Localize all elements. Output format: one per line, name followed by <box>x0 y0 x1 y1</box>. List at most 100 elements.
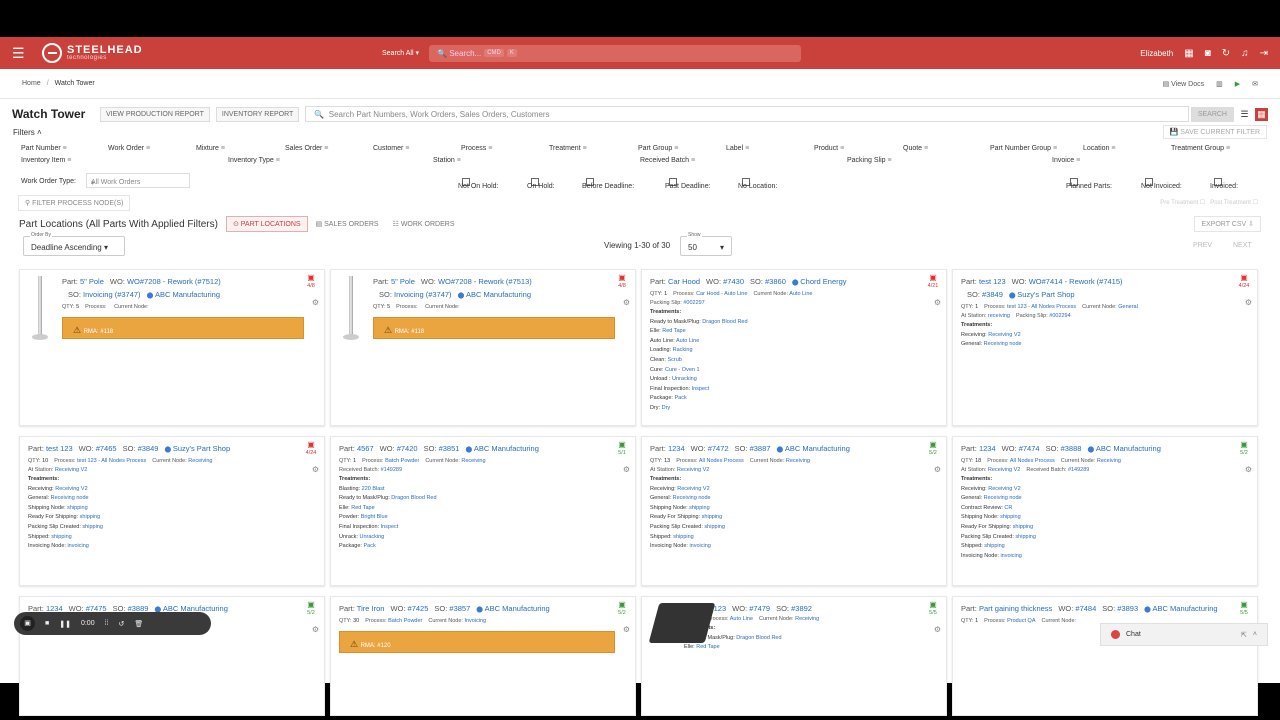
treatment-value[interactable]: shipping <box>689 505 710 511</box>
menu-icon[interactable]: ☰ <box>12 45 32 62</box>
prev-button[interactable]: PREV <box>1193 242 1212 249</box>
wo-link[interactable]: WO#7208 - Rework (#7513) <box>438 277 532 286</box>
brand-logo[interactable]: STEELHEAD technologies <box>42 43 382 63</box>
station-link[interactable]: receiving <box>988 313 1010 319</box>
so-link[interactable]: #3857 <box>449 604 470 613</box>
assign-user-icon[interactable]: ⚙ <box>1245 463 1252 476</box>
customer-link[interactable]: ABC Manufacturing <box>1087 444 1160 453</box>
treatment-value[interactable]: Red Tape <box>351 505 374 511</box>
part-card[interactable]: Part: elle123 WO: #7479 SO: #3892 QTY: 3 Pro… <box>641 596 947 716</box>
part-link[interactable]: Car Hood <box>668 277 700 286</box>
check-planned-parts[interactable]: Planned Parts: <box>1066 178 1112 190</box>
treatment-value[interactable]: Dragon Blood Red <box>736 635 781 641</box>
process-link[interactable]: Batch Powder <box>388 618 422 624</box>
so-link[interactable]: #3851 <box>439 444 460 453</box>
user-name[interactable]: Elizabeth <box>1140 49 1173 58</box>
station-link[interactable]: Receiving V2 <box>988 467 1020 473</box>
treatment-value[interactable]: Auto Line <box>676 338 699 344</box>
part-card[interactable]: Part: test 123 WO: WO#7414 - Rework (#741… <box>952 269 1258 426</box>
list-view-icon[interactable]: ☰ <box>1238 108 1251 121</box>
search-button[interactable]: SEARCH <box>1190 106 1234 122</box>
treatment-value[interactable]: shipping <box>704 524 725 530</box>
assign-user-icon[interactable]: ⚙ <box>623 623 630 636</box>
filter-product[interactable]: Product <box>814 145 844 152</box>
treatment-value[interactable]: Bright Blue <box>361 514 388 520</box>
filter-process[interactable]: Process <box>461 145 492 152</box>
view-production-report-button[interactable]: VIEW PRODUCTION REPORT <box>100 106 210 122</box>
treatment-value[interactable]: invoicing <box>1000 553 1021 559</box>
so-link[interactable]: #3892 <box>791 604 812 613</box>
treatment-value[interactable]: shipping <box>984 543 1005 549</box>
part-card[interactable]: Part: Car Hood WO: #7430 SO: #3860 Chord En… <box>641 269 947 426</box>
filter-work-order[interactable]: Work Order <box>108 145 150 152</box>
camera-icon[interactable]: ◙ <box>1205 48 1211 59</box>
process-link[interactable]: Auto Line <box>730 616 753 622</box>
page-size-select[interactable]: Show 50 ▾ <box>680 232 732 256</box>
wo-link[interactable]: #7465 <box>96 444 117 453</box>
layout-icon[interactable]: ▥ <box>1216 80 1223 88</box>
tab-work-orders[interactable]: ☷ WORK ORDERS <box>387 217 461 231</box>
check-invoiced[interactable]: Invoiced: <box>1210 178 1238 190</box>
filter-customer[interactable]: Customer <box>373 145 409 152</box>
treatment-value[interactable]: shipping <box>67 505 88 511</box>
export-csv-button[interactable]: EXPORT CSV ⇩ <box>1194 216 1261 232</box>
node-link[interactable]: Receiving <box>1097 458 1121 464</box>
filter-mixture[interactable]: Mixture <box>196 145 225 152</box>
so-link[interactable]: #3888 <box>1061 444 1082 453</box>
packing-slip-link[interactable]: #002297 <box>683 300 704 306</box>
wo-link[interactable]: #7474 <box>1019 444 1040 453</box>
treatment-value[interactable]: Receiving V2 <box>988 486 1020 492</box>
node-link[interactable]: Invoicing <box>464 618 486 624</box>
wo-link[interactable]: #7430 <box>723 277 744 286</box>
assign-user-icon[interactable]: ⚙ <box>934 623 941 636</box>
check-past-deadline[interactable]: Past Deadline: <box>665 178 711 190</box>
part-link[interactable]: test 123 <box>46 444 73 453</box>
customer-link[interactable]: ABC Manufacturing <box>776 444 849 453</box>
breadcrumb-home[interactable]: Home <box>22 80 41 87</box>
global-search-input[interactable]: 🔍 Search... CMD K <box>429 44 801 62</box>
process-link[interactable]: test 123 - All Nodes Process <box>1007 304 1076 310</box>
wo-link[interactable]: WO#7414 - Rework (#7415) <box>1029 277 1123 286</box>
treatment-value[interactable]: Dragon Blood Red <box>702 319 747 325</box>
so-link[interactable]: #3887 <box>750 444 771 453</box>
station-link[interactable]: Receiving V2 <box>55 467 87 473</box>
filter-sales-order[interactable]: Sales Order <box>285 145 328 152</box>
treatment-value[interactable]: Receiving node <box>673 495 711 501</box>
treatment-value[interactable]: shipping <box>1000 514 1021 520</box>
refresh-icon[interactable]: ↻ <box>1222 48 1230 59</box>
filter-treatment-group[interactable]: Treatment Group <box>1171 145 1230 152</box>
part-link[interactable]: Part gaining thickness <box>979 604 1052 613</box>
treatment-value[interactable]: invoicing <box>689 543 710 549</box>
batch-link[interactable]: #149289 <box>381 467 402 473</box>
external-link-icon[interactable]: ⇱ <box>1241 631 1247 639</box>
station-link[interactable]: Receiving V2 <box>677 467 709 473</box>
play-icon[interactable]: ▶ <box>1235 80 1240 88</box>
wo-link[interactable]: #7472 <box>708 444 729 453</box>
filter-received-batch[interactable]: Received Batch <box>640 157 695 164</box>
check-on-hold[interactable]: On Hold: <box>527 178 555 190</box>
inventory-report-button[interactable]: INVENTORY REPORT <box>215 106 300 122</box>
filter-part-number[interactable]: Part Number <box>21 145 67 152</box>
rma-banner[interactable]: RMA: #120 <box>339 631 615 653</box>
treatment-value[interactable]: shipping <box>82 524 103 530</box>
treatment-value[interactable]: Receiving node <box>984 341 1022 347</box>
process-link[interactable]: Car Hood - Auto Line <box>696 291 747 297</box>
customer-link[interactable]: Suzy's Part Shop <box>164 444 230 453</box>
node-link[interactable]: Receiving <box>188 458 212 464</box>
wo-link[interactable]: #7425 <box>408 604 429 613</box>
assign-user-icon[interactable]: ⚙ <box>312 463 319 476</box>
part-card[interactable]: Part: 1234 WO: #7474 SO: #3888 ABC Manufact… <box>952 436 1258 586</box>
filter-station[interactable]: Station <box>433 157 461 164</box>
order-by-select[interactable]: Order By Deadline Ascending ▾ <box>23 232 125 256</box>
trash-icon[interactable]: 🗑 <box>134 620 143 628</box>
filters-toggle[interactable]: Filters ˄ <box>13 128 42 137</box>
filter-process-nodes-button[interactable]: ⚲ FILTER PROCESS NODE(S) <box>18 195 131 211</box>
so-link[interactable]: #3860 <box>765 277 786 286</box>
part-link[interactable]: Tire Iron <box>357 604 385 613</box>
treatment-value[interactable]: Dragon Blood Red <box>391 495 436 501</box>
next-button[interactable]: NEXT <box>1233 242 1252 249</box>
customer-link[interactable]: ABC Manufacturing <box>1144 604 1217 613</box>
assign-user-icon[interactable]: ⚙ <box>1245 296 1252 309</box>
node-link[interactable]: Receiving <box>461 458 485 464</box>
process-link[interactable]: test 123 - All Nodes Process <box>77 458 146 464</box>
